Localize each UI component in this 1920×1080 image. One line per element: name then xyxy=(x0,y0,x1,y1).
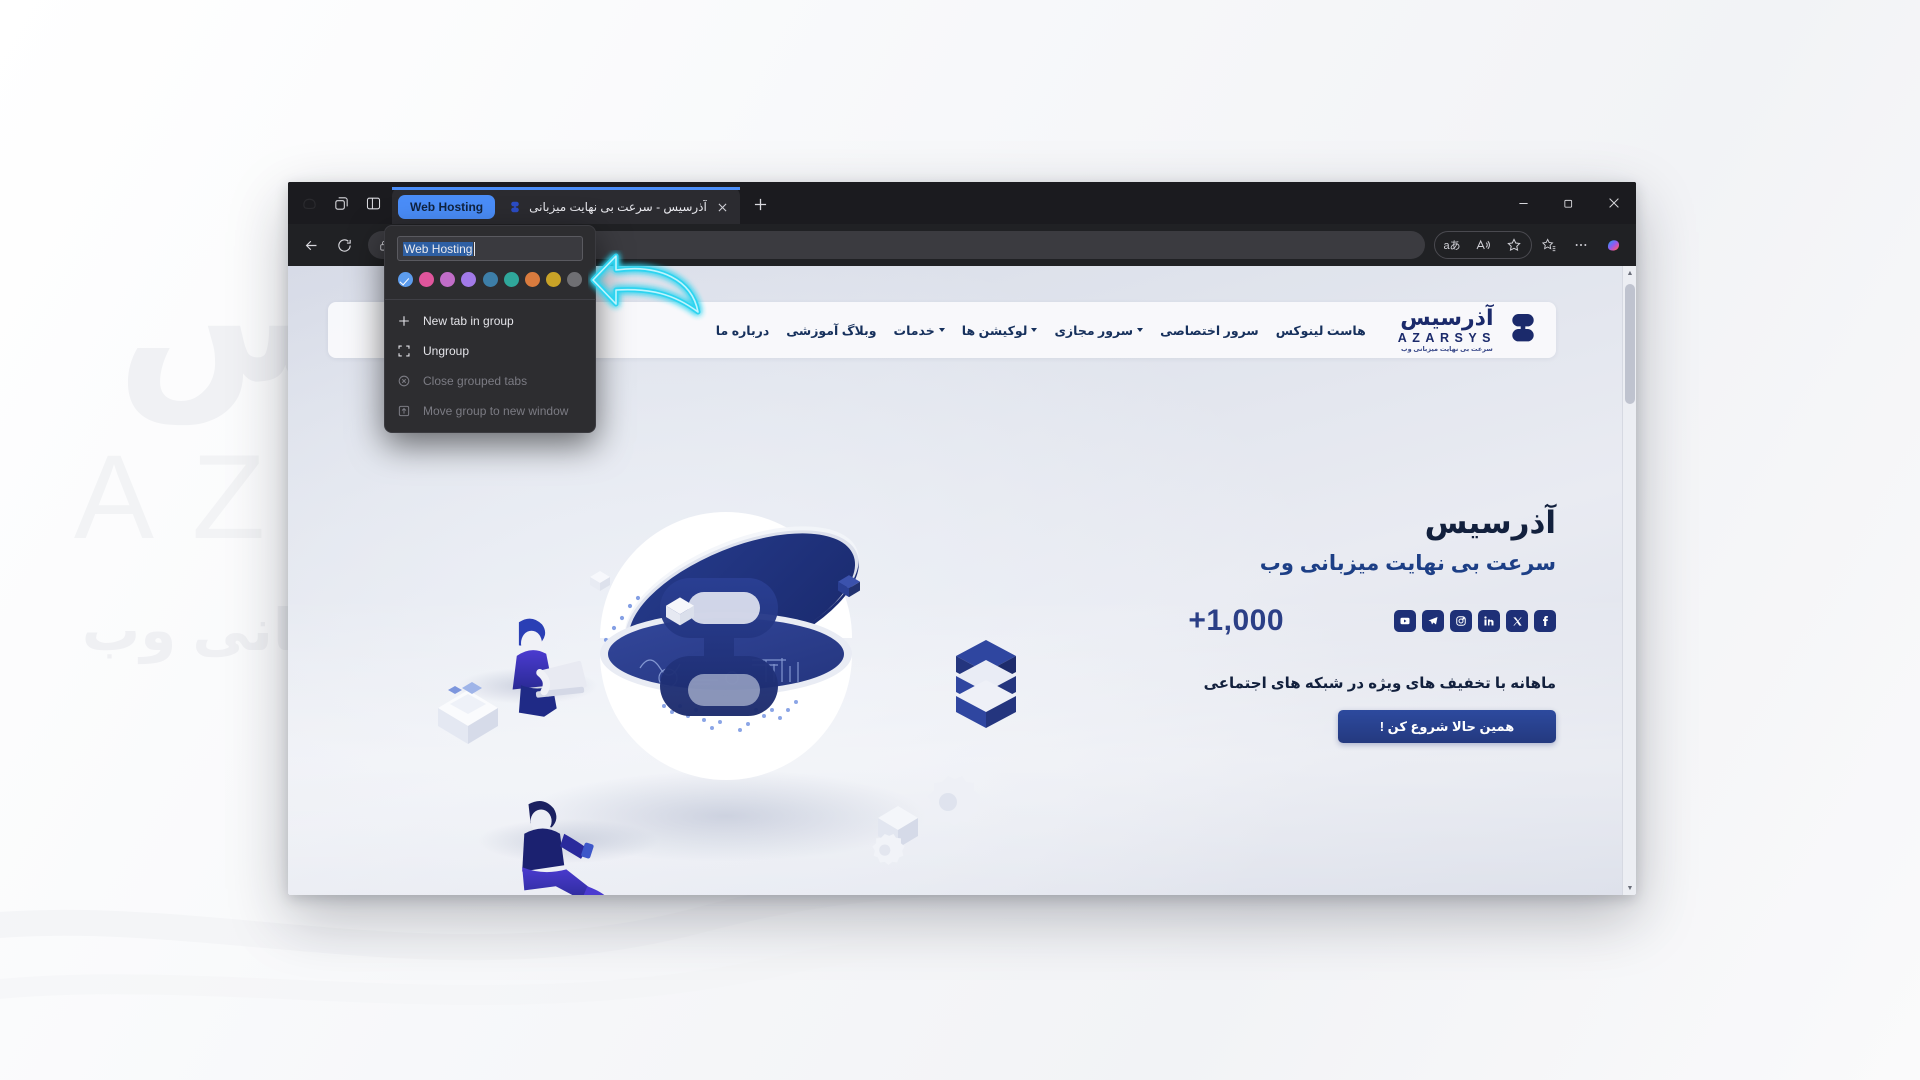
nav-label: درباره ما xyxy=(715,323,770,338)
color-swatch-steel-blue[interactable] xyxy=(482,272,498,287)
new-tab-button[interactable] xyxy=(746,189,776,219)
tab-group-editor-popup: Web Hosting New tab in group Ungroup Clo… xyxy=(384,225,596,433)
logo-title-en: AZARSYS xyxy=(1397,330,1496,345)
minimize-button[interactable] xyxy=(1501,182,1546,224)
copilot-sidebar-icon[interactable] xyxy=(294,188,324,218)
nav-item-locations[interactable]: لوکیشن ها xyxy=(962,323,1038,338)
logo-title-fa: آذرسیس xyxy=(1400,304,1494,330)
tab-group: Web Hosting آذرسیس - سرعت بی نهایت میزبا… xyxy=(392,187,740,224)
nav-item-vps[interactable]: سرور مجازی xyxy=(1054,323,1144,338)
linkedin-icon[interactable] xyxy=(1478,610,1500,633)
color-swatch-teal[interactable] xyxy=(503,272,519,287)
copilot-icon[interactable] xyxy=(1598,230,1628,260)
nav-item-linux-hosting[interactable]: هاست لینوکس xyxy=(1276,323,1366,338)
site-logo[interactable]: آذرسیس AZARSYS سرعت بی نهایت میزبانی وب xyxy=(1392,304,1546,354)
refresh-icon[interactable] xyxy=(329,230,359,260)
menu-item-label: Close grouped tabs xyxy=(423,374,528,388)
menu-item-label: New tab in group xyxy=(423,314,514,328)
site-nav: هاست لینوکس سرور اختصاصی سرور مجازی لوکی… xyxy=(716,323,1366,338)
menu-item-close-grouped-tabs[interactable]: Close grouped tabs xyxy=(385,366,595,396)
color-swatch-orange[interactable] xyxy=(524,272,540,287)
youtube-icon[interactable] xyxy=(1394,610,1416,633)
nav-item-services[interactable]: خدمات xyxy=(894,323,945,338)
window-controls xyxy=(1501,182,1636,224)
vertical-scrollbar[interactable]: ▲ ▼ xyxy=(1622,266,1636,895)
ungroup-icon xyxy=(397,344,411,358)
nav-label: سرور مجازی xyxy=(1054,323,1134,338)
logo-tagline: سرعت بی نهایت میزبانی وب xyxy=(1401,346,1493,353)
nav-label: وبلاگ آموزشی xyxy=(786,323,877,338)
color-swatch-grey[interactable] xyxy=(567,272,582,287)
hero-section: آذرسیس سرعت بی نهایت میزبانی وب +1,000 م… xyxy=(1076,504,1556,744)
menu-item-label: Move group to new window xyxy=(423,404,569,418)
text-caret xyxy=(474,241,476,256)
translate-icon[interactable]: aあ xyxy=(1437,230,1467,260)
nav-label: لوکیشن ها xyxy=(961,323,1028,338)
collections-icon[interactable] xyxy=(1534,230,1564,260)
hero-customer-count: +1,000 xyxy=(1188,604,1284,638)
settings-more-icon[interactable] xyxy=(1566,230,1596,260)
chevron-down-icon xyxy=(938,328,945,332)
scroll-up-icon[interactable]: ▲ xyxy=(1623,266,1636,280)
facebook-icon[interactable] xyxy=(1534,610,1556,633)
hero-stats-row: +1,000 xyxy=(1076,604,1556,638)
menu-item-label: Ungroup xyxy=(423,344,470,358)
plus-icon xyxy=(397,314,411,328)
nav-label: خدمات xyxy=(893,323,935,338)
group-name-field-wrap: Web Hosting xyxy=(385,236,595,261)
social-links xyxy=(1394,610,1556,633)
scroll-down-icon[interactable]: ▼ xyxy=(1623,881,1636,895)
toolbar-right-actions: aあ xyxy=(1434,230,1628,260)
color-swatch-blue[interactable] xyxy=(398,272,413,287)
omnibox-actions-ring: aあ xyxy=(1434,231,1532,259)
nav-item-blog[interactable]: وبلاگ آموزشی xyxy=(786,323,876,338)
tab-group-chip[interactable]: Web Hosting xyxy=(398,195,496,219)
popup-divider xyxy=(385,299,595,300)
split-screen-icon[interactable] xyxy=(358,188,388,218)
chevron-down-icon xyxy=(1031,328,1038,332)
instagram-icon[interactable] xyxy=(1450,610,1472,633)
nav-item-dedicated-server[interactable]: سرور اختصاصی xyxy=(1160,323,1259,338)
close-circle-icon xyxy=(397,374,411,388)
hero-promo-text: ماهانه با تخفیف های ویژه در شبکه های اجت… xyxy=(1203,675,1556,693)
color-swatch-gold[interactable] xyxy=(545,272,561,287)
close-icon[interactable] xyxy=(714,198,732,216)
tab-actions-icon[interactable] xyxy=(326,188,356,218)
read-aloud-icon[interactable] xyxy=(1468,230,1498,260)
menu-item-new-tab-in-group[interactable]: New tab in group xyxy=(385,306,595,336)
group-color-swatches xyxy=(385,261,595,299)
tab-title: آذرسیس - سرعت بی نهایت میزبانی xyxy=(529,200,707,214)
tab-azarsys[interactable]: آذرسیس - سرعت بی نهایت میزبانی xyxy=(497,190,740,224)
color-swatch-pink[interactable] xyxy=(419,272,435,287)
tab-strip: Web Hosting آذرسیس - سرعت بی نهایت میزبا… xyxy=(288,182,1636,224)
cta-button[interactable]: همین حالا شروع کن ! xyxy=(1338,710,1556,744)
move-window-icon xyxy=(397,404,411,418)
x-icon[interactable] xyxy=(1506,610,1528,633)
hero-title: آذرسیس xyxy=(1424,505,1556,540)
telegram-icon[interactable] xyxy=(1422,610,1444,633)
azarsys-s-icon xyxy=(507,200,522,215)
maximize-button[interactable] xyxy=(1546,182,1591,224)
back-icon[interactable] xyxy=(296,230,326,260)
close-button[interactable] xyxy=(1591,182,1636,224)
group-name-value: Web Hosting xyxy=(403,241,474,256)
menu-item-ungroup[interactable]: Ungroup xyxy=(385,336,595,366)
translate-label: aあ xyxy=(1443,240,1461,252)
hero-illustration xyxy=(438,510,1016,895)
azarsys-monogram-icon xyxy=(1504,310,1540,350)
nav-item-about[interactable]: درباره ما xyxy=(716,323,769,338)
chevron-down-icon xyxy=(1137,328,1144,332)
favorite-star-icon[interactable] xyxy=(1499,230,1529,260)
group-name-input[interactable]: Web Hosting xyxy=(397,236,583,261)
color-swatch-orchid[interactable] xyxy=(440,272,456,287)
scrollbar-thumb[interactable] xyxy=(1625,284,1635,404)
nav-label: هاست لینوکس xyxy=(1275,323,1366,338)
nav-label: سرور اختصاصی xyxy=(1160,323,1259,338)
hero-subtitle: سرعت بی نهایت میزبانی وب xyxy=(1259,552,1556,576)
color-swatch-purple[interactable] xyxy=(461,272,477,287)
menu-item-move-group-to-new-window[interactable]: Move group to new window xyxy=(385,396,595,426)
